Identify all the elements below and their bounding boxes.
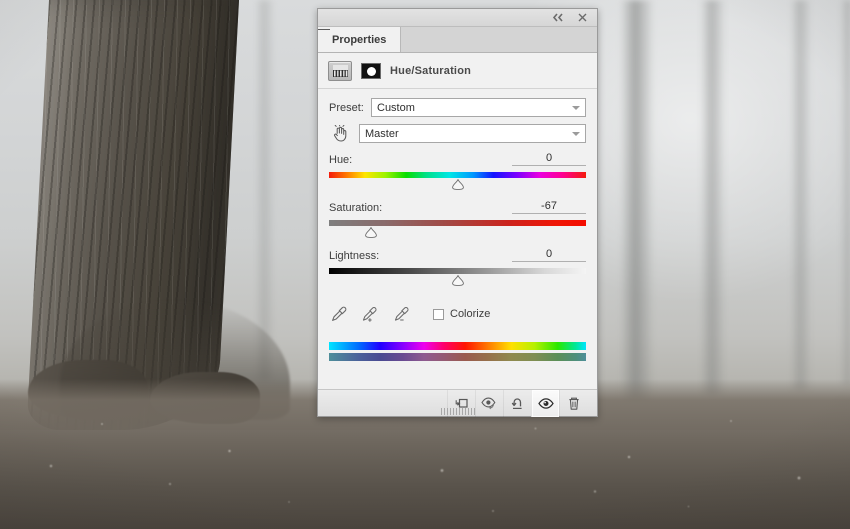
channel-select[interactable]: Master [359, 124, 586, 143]
lightness-gradient-bar [329, 268, 586, 274]
delete-layer-button[interactable] [559, 389, 587, 417]
adjustment-header: Hue/Saturation [318, 53, 597, 89]
result-spectrum-bar[interactable] [329, 353, 586, 361]
spectrum-bars [329, 342, 586, 361]
tab-properties[interactable]: Properties [318, 27, 402, 52]
close-icon[interactable] [575, 11, 589, 25]
source-spectrum-bar [329, 342, 586, 350]
eyedropper-icon[interactable] [329, 305, 347, 323]
panel-body: Preset: Custom Master Hue: 0 Saturation:… [318, 89, 597, 389]
colorize-checkbox-box[interactable] [433, 308, 444, 320]
slider-hue-header: Hue: 0 [329, 152, 586, 166]
hamburger-menu-icon[interactable] [318, 27, 594, 52]
slider-hue-label: Hue: [329, 154, 353, 166]
reset-button[interactable] [503, 389, 531, 417]
hue-saturation-adjustment-icon[interactable] [328, 61, 352, 81]
adjustment-title: Hue/Saturation [390, 65, 472, 77]
preset-label: Preset: [329, 101, 364, 114]
panel-titlebar[interactable] [318, 9, 597, 27]
slider-lightness-header: Lightness: 0 [329, 248, 586, 262]
tools-row: Colorize [329, 305, 586, 323]
colorize-checkbox[interactable]: Colorize [433, 308, 490, 320]
slider-hue: Hue: 0 [329, 152, 586, 191]
slider-saturation-header: Saturation: -67 [329, 200, 586, 214]
slider-hue-thumb[interactable] [451, 179, 464, 190]
slider-lightness-label: Lightness: [329, 250, 380, 262]
preset-select[interactable]: Custom [371, 98, 586, 117]
slider-saturation-track[interactable] [329, 220, 586, 238]
hue-gradient-bar [329, 172, 586, 178]
slider-saturation-value[interactable]: -67 [512, 200, 586, 214]
chevron-down-icon [572, 105, 580, 110]
slider-lightness-thumb[interactable] [451, 275, 464, 286]
eyedropper-minus-icon[interactable] [393, 305, 411, 323]
properties-panel: Properties Hue/Saturation Preset: Custom… [317, 8, 598, 417]
slider-hue-track[interactable] [329, 172, 586, 190]
slider-hue-value[interactable]: 0 [512, 152, 586, 166]
collapse-icon[interactable] [551, 11, 565, 25]
view-previous-state-button[interactable] [475, 389, 503, 417]
preset-row: Preset: Custom [329, 98, 586, 117]
on-image-adjustment-hand-icon[interactable] [329, 125, 351, 142]
menu-line [318, 28, 330, 30]
mask-dot [366, 66, 376, 76]
preset-value: Custom [377, 101, 415, 114]
eyedropper-plus-icon[interactable] [361, 305, 379, 323]
slider-lightness-track[interactable] [329, 268, 586, 286]
tabbar-filler [401, 27, 572, 52]
layer-mask-thumbnail-icon[interactable] [361, 63, 381, 79]
slider-saturation-label: Saturation: [329, 202, 383, 214]
channel-row: Master [329, 124, 586, 143]
slider-lightness: Lightness: 0 [329, 248, 586, 287]
slider-saturation-thumb[interactable] [365, 227, 378, 238]
tab-properties-label: Properties [332, 33, 387, 46]
slider-saturation: Saturation: -67 [329, 200, 586, 239]
colorize-label: Colorize [450, 308, 491, 320]
panel-tabbar: Properties [318, 27, 597, 53]
chevron-down-icon [572, 131, 580, 136]
slider-lightness-value[interactable]: 0 [512, 248, 586, 262]
channel-value: Master [365, 127, 399, 140]
toggle-visibility-button[interactable] [531, 389, 559, 417]
saturation-gradient-bar [329, 220, 586, 226]
panel-resize-grip[interactable] [440, 408, 475, 415]
